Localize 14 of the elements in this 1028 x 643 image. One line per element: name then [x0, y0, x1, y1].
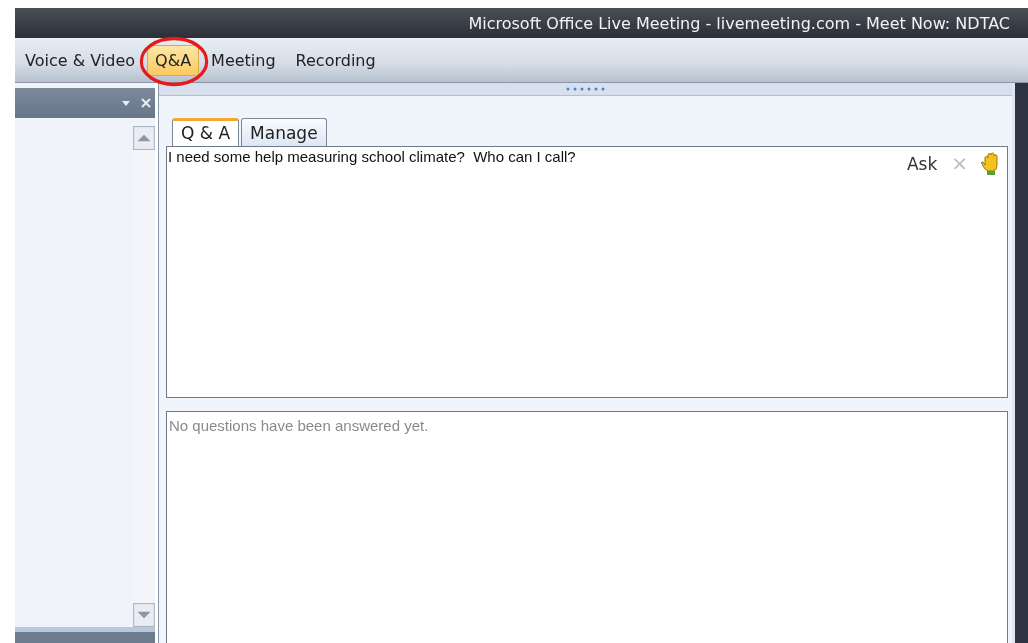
menu-item[interactable]: Recording: [287, 44, 384, 76]
tab[interactable]: Q & A: [172, 118, 240, 146]
menu-item[interactable]: Q&A: [147, 44, 200, 76]
empty-message: No questions have been answered yet.: [169, 417, 429, 434]
scroll-up-icon[interactable]: [133, 126, 155, 150]
menu-item[interactable]: Voice & Video: [17, 44, 144, 76]
scroll-down-icon[interactable]: [133, 603, 155, 627]
dropdown-icon[interactable]: [121, 99, 131, 107]
close-icon[interactable]: [141, 98, 151, 108]
scrollbar[interactable]: [133, 126, 155, 627]
tab[interactable]: Manage: [241, 118, 327, 146]
window-title: Microsoft Office Live Meeting - livemeeting.com - Meet Now: NDTAC: [468, 13, 1011, 33]
menu-item[interactable]: Meeting: [203, 44, 284, 76]
ask-button[interactable]: Ask: [904, 152, 940, 176]
